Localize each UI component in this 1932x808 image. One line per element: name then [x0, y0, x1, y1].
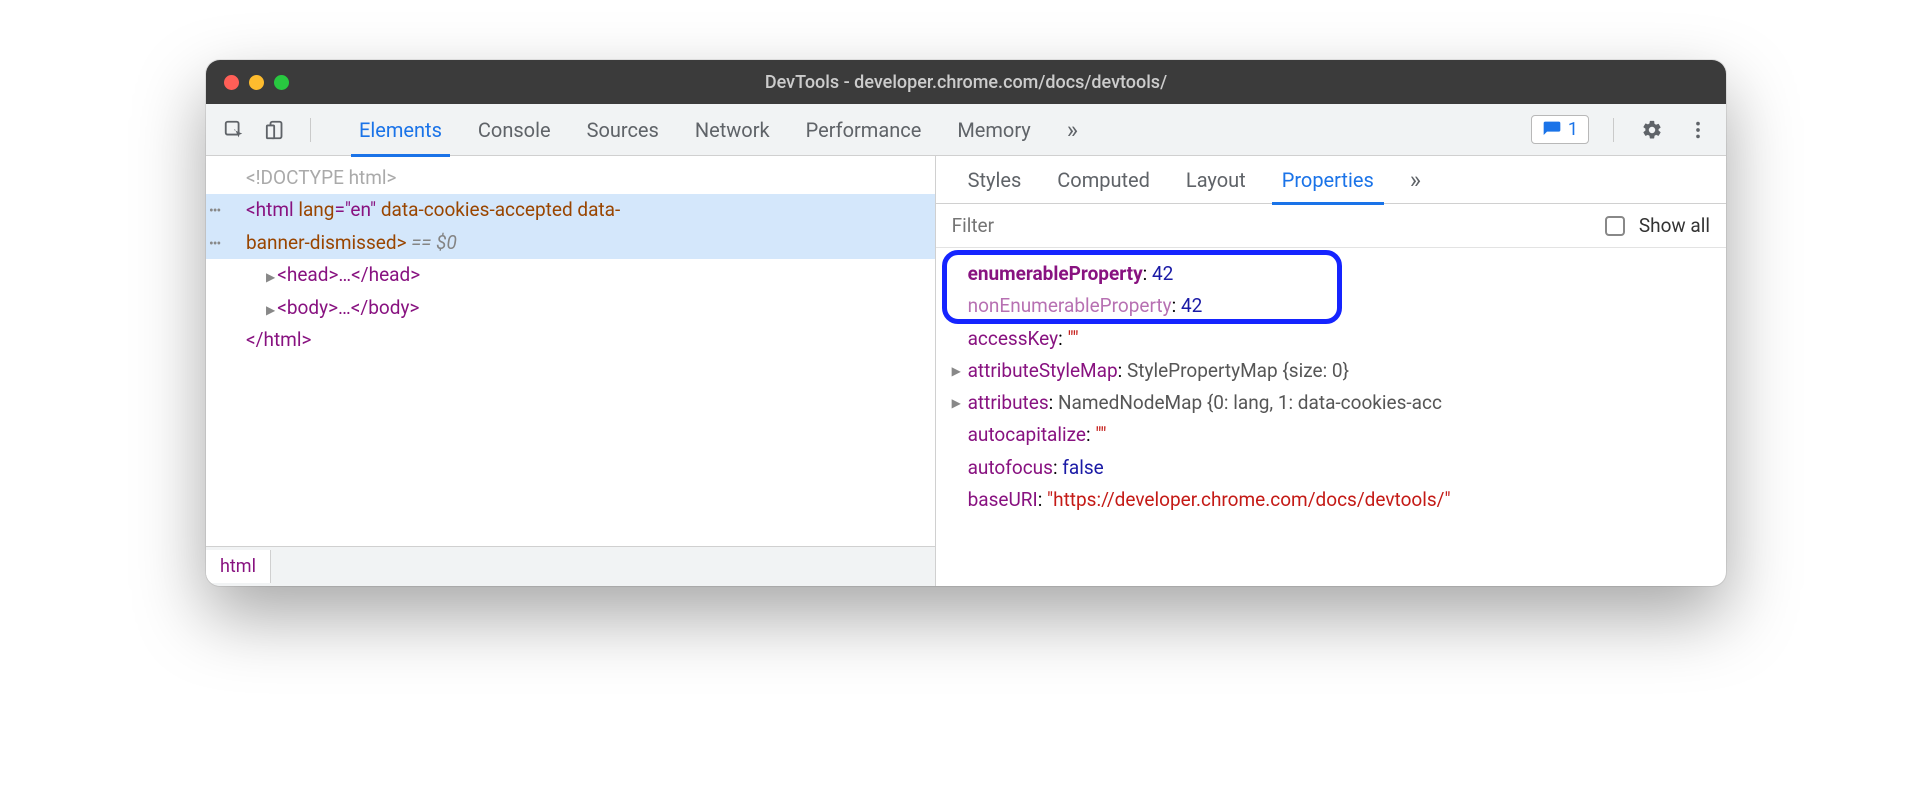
titlebar: DevTools - developer.chrome.com/docs/dev… [206, 60, 1726, 104]
expand-icon[interactable]: ▶ [952, 393, 961, 413]
main-toolbar: Elements Console Sources Network Perform… [206, 104, 1726, 156]
subtab-computed[interactable]: Computed [1039, 156, 1168, 204]
subtab-styles[interactable]: Styles [950, 156, 1040, 204]
prop-row[interactable]: autofocus: false [946, 452, 1716, 484]
tab-label: Elements [359, 118, 442, 142]
tab-label: Console [478, 118, 551, 142]
tab-sources[interactable]: Sources [569, 104, 677, 156]
showall-label: Show all [1639, 214, 1710, 237]
prop-row[interactable]: baseURI: "https://developer.chrome.com/d… [946, 484, 1716, 516]
separator [310, 118, 311, 142]
tab-label: Memory [957, 118, 1030, 142]
expand-icon[interactable]: ▶ [952, 361, 961, 381]
tab-memory[interactable]: Memory [939, 104, 1048, 156]
prop-row[interactable]: enumerableProperty: 42 [946, 258, 1716, 290]
dom-tree[interactable]: <!DOCTYPE html> <html lang="en" data-coo… [206, 156, 935, 546]
tab-label: Network [695, 118, 770, 142]
dom-html-open[interactable]: <html lang="en" data-cookies-accepted da… [206, 194, 935, 226]
devtools-window: DevTools - developer.chrome.com/docs/dev… [206, 60, 1726, 586]
badge-count: 1 [1568, 119, 1578, 140]
sidebar-tabs: Styles Computed Layout Properties » [936, 156, 1726, 204]
dom-doctype[interactable]: <!DOCTYPE html> [206, 162, 935, 194]
tab-network[interactable]: Network [677, 104, 788, 156]
close-icon[interactable] [224, 75, 239, 90]
device-toggle-icon[interactable] [262, 116, 290, 144]
tab-label: Sources [587, 118, 659, 142]
tab-elements[interactable]: Elements [341, 104, 460, 156]
prop-row[interactable]: ▶attributeStyleMap: StylePropertyMap {si… [946, 355, 1716, 387]
minimize-icon[interactable] [249, 75, 264, 90]
tab-console[interactable]: Console [460, 104, 569, 156]
expand-icon[interactable]: ▶ [266, 303, 275, 317]
traffic-lights [224, 75, 289, 90]
breadcrumb-bar: html [206, 546, 935, 586]
separator [1613, 118, 1614, 142]
dom-html-close[interactable]: </html> [206, 324, 935, 356]
prop-row[interactable]: nonEnumerableProperty: 42 [946, 290, 1716, 322]
tab-label: Performance [806, 118, 922, 142]
kebab-icon[interactable] [1684, 116, 1712, 144]
breadcrumb-html[interactable]: html [206, 550, 271, 583]
main-tabs: Elements Console Sources Network Perform… [341, 104, 1096, 156]
subtab-properties[interactable]: Properties [1264, 156, 1392, 204]
inspect-icon[interactable] [220, 116, 248, 144]
sidebar-panel: Styles Computed Layout Properties » Show… [936, 156, 1726, 586]
prop-row[interactable]: autocapitalize: "" [946, 419, 1716, 451]
window-title: DevTools - developer.chrome.com/docs/dev… [206, 72, 1726, 93]
zoom-icon[interactable] [274, 75, 289, 90]
gear-icon[interactable] [1638, 116, 1666, 144]
tab-performance[interactable]: Performance [788, 104, 940, 156]
filter-input[interactable] [952, 214, 1591, 237]
elements-panel: <!DOCTYPE html> <html lang="en" data-coo… [206, 156, 936, 586]
dom-body[interactable]: ▶<body>…</body> [206, 292, 935, 324]
tabs-overflow-icon[interactable]: » [1049, 104, 1096, 156]
subtabs-overflow-icon[interactable]: » [1392, 156, 1439, 204]
prop-row[interactable]: ▶attributes: NamedNodeMap {0: lang, 1: d… [946, 387, 1716, 419]
dom-html-open-2[interactable]: banner-dismissed> == $0 [206, 227, 935, 259]
properties-list[interactable]: enumerableProperty: 42 nonEnumerableProp… [936, 248, 1726, 586]
expand-icon[interactable]: ▶ [266, 270, 275, 284]
filter-bar: Show all [936, 204, 1726, 248]
prop-row[interactable]: accessKey: "" [946, 323, 1716, 355]
showall-checkbox[interactable] [1605, 216, 1625, 236]
subtab-layout[interactable]: Layout [1168, 156, 1264, 204]
dom-head[interactable]: ▶<head>…</head> [206, 259, 935, 291]
feedback-badge[interactable]: 1 [1531, 115, 1589, 144]
content-area: <!DOCTYPE html> <html lang="en" data-coo… [206, 156, 1726, 586]
